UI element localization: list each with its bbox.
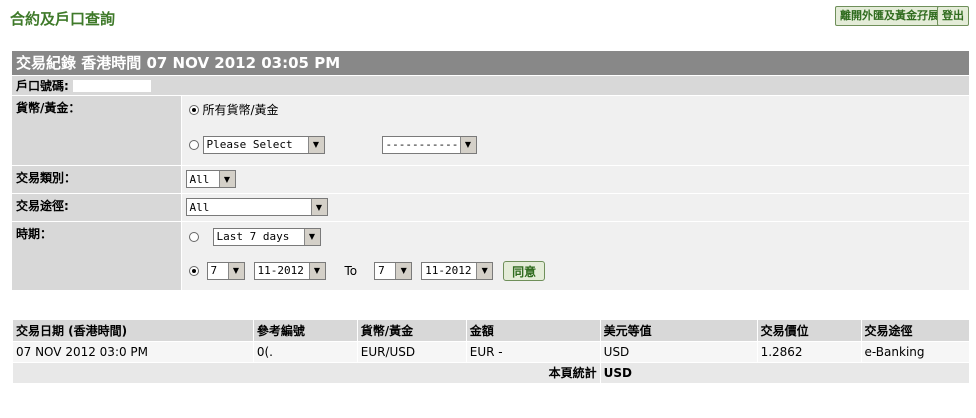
cell-amount: EUR - (465, 340, 601, 362)
column-header: 金額 (465, 320, 601, 341)
chevron-down-icon: ▼ (307, 136, 324, 153)
leave-margin-button[interactable]: 離開外匯及黃金孖展 (835, 6, 944, 26)
cell-rate: 1.2862 (756, 340, 862, 362)
logout-button[interactable]: 登出 (937, 6, 969, 26)
chevron-down-icon: ▼ (476, 262, 493, 279)
cell-date: 07 NOV 2012 03:0 PM (12, 340, 254, 362)
trade-type-label: 交易類別： (12, 164, 181, 193)
total-label: 本頁統計 (12, 361, 601, 383)
period-options: Last 7 days ▼ 7 ▼ 11-2012 ▼ To 7 ▼ 11-2012 ▼ … (180, 220, 969, 290)
period-preset-value: Last 7 days (216, 230, 290, 243)
trade-type-select[interactable]: All ▼ (185, 170, 236, 188)
trade-type-value: All (189, 172, 210, 186)
page-title: 合約及戶口查詢 (10, 10, 116, 28)
section-title: 交易紀錄 香港時間 07 NOV 2012 03:05 PM (12, 51, 969, 75)
chevron-down-icon: ▼ (395, 262, 412, 279)
chevron-down-icon: ▼ (459, 136, 476, 153)
chevron-down-icon: ▼ (227, 262, 244, 279)
total-row: 本頁統計 USD (12, 361, 969, 383)
currency-options: 所有貨幣/黃金 Please Select ▼ ----------- ▼ (180, 94, 969, 165)
period-range-radio[interactable] (188, 265, 199, 276)
cell-ref: 0(. (252, 340, 358, 362)
period-label: 時期： (12, 220, 181, 290)
period-preset-radio[interactable] (188, 231, 199, 242)
currency-select-value: Please Select (206, 138, 293, 151)
to-month-select[interactable]: 11-2012 ▼ (421, 261, 494, 280)
to-month-value: 11-2012 (425, 264, 472, 277)
cell-currency: EUR/USD (356, 340, 467, 362)
from-day-select[interactable]: 7 ▼ (206, 261, 245, 280)
from-month-select[interactable]: 11-2012 ▼ (253, 261, 326, 280)
column-header: 交易價位 (756, 320, 862, 341)
currency-pair-select[interactable]: ----------- ▼ (381, 135, 477, 154)
currency-specific-radio[interactable] (188, 139, 199, 150)
currency-label: 貨幣/黃金： (12, 94, 181, 165)
period-preset-select[interactable]: Last 7 days ▼ (212, 227, 321, 246)
cell-usd-equiv: USD (599, 340, 758, 362)
channel-select[interactable]: All ▼ (185, 198, 328, 216)
total-value: USD (599, 361, 969, 383)
channel-value: All (189, 200, 210, 214)
column-header: 交易途徑 (860, 320, 969, 341)
to-day-select[interactable]: 7 ▼ (374, 261, 413, 280)
cell-channel: e-Banking (860, 340, 969, 362)
table-header: 交易日期 (香港時間) 參考編號 貨幣/黃金 金額 美元等值 交易價位 交易途徑 (12, 320, 969, 341)
filter-panel: 交易紀錄 香港時間 07 NOV 2012 03:05 PM 戶口號碼: 貨幣/… (12, 51, 969, 290)
currency-all-radio[interactable] (188, 105, 199, 115)
from-month-value: 11-2012 (257, 264, 304, 277)
column-header: 參考編號 (252, 320, 358, 341)
to-label: To (344, 263, 358, 278)
to-day-value: 7 (378, 264, 385, 277)
column-header: 貨幣/黃金 (356, 320, 467, 341)
from-day-value: 7 (210, 264, 218, 277)
column-header: 交易日期 (香港時間) (12, 320, 254, 341)
agree-button[interactable]: 同意 (503, 260, 546, 281)
table-row: 07 NOV 2012 03:0 PM 0(. EUR/USD EUR - US… (12, 340, 969, 362)
currency-all-label: 所有貨幣/黃金 (202, 102, 279, 117)
currency-pair-select-value: ----------- (385, 138, 459, 151)
account-label: 戶口號碼: (16, 78, 69, 93)
chevron-down-icon: ▼ (303, 228, 320, 245)
account-row: 戶口號碼: (12, 74, 969, 95)
chevron-down-icon: ▼ (218, 171, 235, 187)
transactions-table: 交易日期 (香港時間) 參考編號 貨幣/黃金 金額 美元等值 交易價位 交易途徑… (12, 320, 969, 383)
channel-label: 交易途徑: (12, 192, 181, 221)
chevron-down-icon: ▼ (310, 199, 327, 215)
currency-select[interactable]: Please Select ▼ (202, 135, 325, 154)
column-header: 美元等值 (599, 320, 758, 341)
chevron-down-icon: ▼ (308, 262, 325, 279)
account-number-mask (73, 80, 151, 92)
